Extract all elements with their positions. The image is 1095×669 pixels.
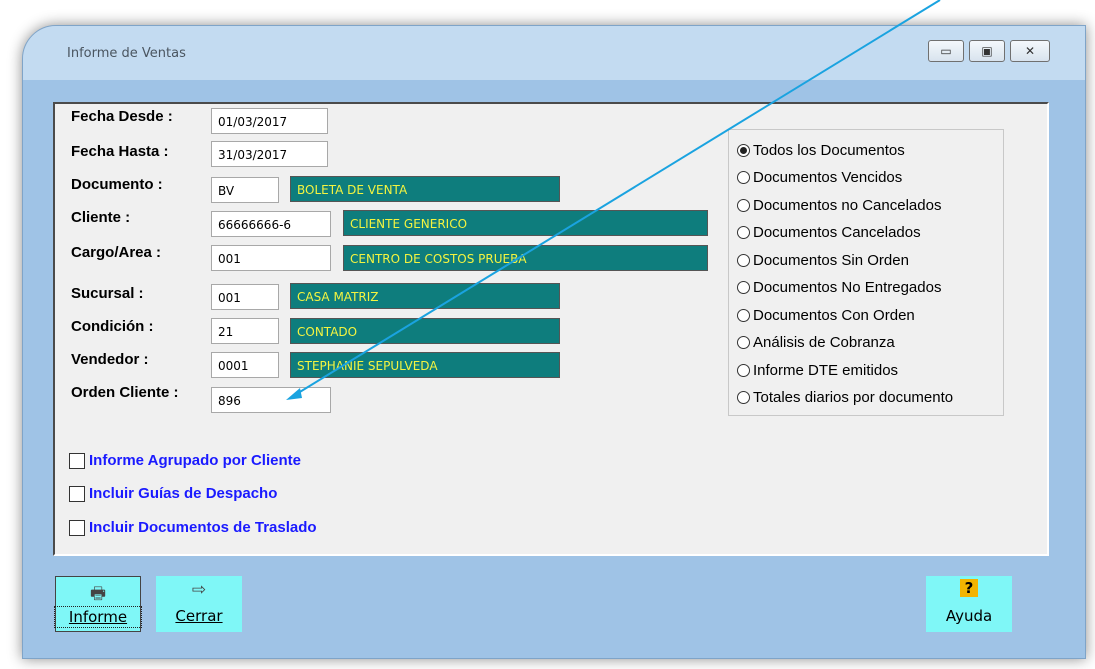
option-todos-documentos[interactable]: Todos los Documentos: [737, 142, 905, 159]
printer-icon: 🖶: [89, 584, 107, 604]
radio-icon: [737, 226, 750, 239]
option-documentos-no-entregados[interactable]: Documentos No Entregados: [737, 279, 941, 296]
option-documentos-cancelados[interactable]: Documentos Cancelados: [737, 224, 921, 241]
sucursal-code-input[interactable]: 001: [211, 284, 279, 310]
radio-icon: [737, 391, 750, 404]
exit-icon: ⇨: [191, 580, 207, 600]
minimize-icon: ▭: [940, 44, 952, 58]
option-label: Análisis de Cobranza: [753, 334, 895, 351]
cerrar-button-label: Cerrar: [175, 607, 223, 625]
option-documentos-con-orden[interactable]: Documentos Con Orden: [737, 307, 915, 324]
documento-label: Documento :: [71, 176, 163, 193]
option-label: Documentos Sin Orden: [753, 252, 909, 269]
close-button[interactable]: ✕: [1010, 40, 1050, 62]
checkbox-label: Incluir Documentos de Traslado: [89, 519, 317, 536]
option-label: Totales diarios por documento: [753, 389, 954, 406]
checkbox-label: Informe Agrupado por Cliente: [89, 452, 301, 469]
option-label: Todos los Documentos: [753, 142, 905, 159]
radio-icon: [737, 309, 750, 322]
sucursal-label: Sucursal :: [71, 285, 144, 302]
cliente-description: CLIENTE GENERICO: [343, 210, 708, 236]
radio-icon: [737, 336, 750, 349]
informe-button[interactable]: 🖶 Informe: [54, 576, 142, 632]
option-analisis-cobranza[interactable]: Análisis de Cobranza: [737, 334, 895, 351]
title-bar[interactable]: Informe de Ventas ▭ ▣ ✕: [23, 26, 1085, 80]
condicion-label: Condición :: [71, 318, 154, 335]
option-documentos-no-cancelados[interactable]: Documentos no Cancelados: [737, 197, 941, 214]
ayuda-button[interactable]: ? Ayuda: [926, 576, 1012, 632]
cargo-area-code-input[interactable]: 001: [211, 245, 331, 271]
option-label: Documentos Vencidos: [753, 169, 903, 186]
cliente-label: Cliente :: [71, 209, 131, 226]
checkbox-label: Incluir Guías de Despacho: [89, 485, 278, 502]
maximize-icon: ▣: [981, 44, 993, 58]
option-totales-diarios[interactable]: Totales diarios por documento: [737, 389, 953, 406]
option-informe-dte-emitidos[interactable]: Informe DTE emitidos: [737, 362, 898, 379]
vendedor-label: Vendedor :: [71, 351, 149, 368]
maximize-button[interactable]: ▣: [969, 40, 1005, 62]
vendedor-description: STEPHANIE SEPULVEDA: [290, 352, 560, 378]
report-window: Informe de Ventas ▭ ▣ ✕ Fecha Desde : Fe…: [22, 25, 1086, 659]
radio-icon: [737, 171, 750, 184]
cliente-code-input[interactable]: 66666666-6: [211, 211, 331, 237]
sucursal-description: CASA MATRIZ: [290, 283, 560, 309]
help-icon-glyph: ?: [960, 579, 978, 597]
documento-code-input[interactable]: BV: [211, 177, 279, 203]
documento-description: BOLETA DE VENTA: [290, 176, 560, 202]
minimize-button[interactable]: ▭: [928, 40, 964, 62]
radio-icon: [737, 281, 750, 294]
option-label: Documentos No Entregados: [753, 279, 942, 296]
vendedor-code-input[interactable]: 0001: [211, 352, 279, 378]
option-documentos-vencidos[interactable]: Documentos Vencidos: [737, 169, 902, 186]
report-parameters-panel: Fecha Desde : Fecha Hasta : Documento : …: [53, 102, 1049, 556]
cargo-area-label: Cargo/Area :: [71, 244, 162, 261]
document-filter-group: Todos los Documentos Documentos Vencidos…: [728, 129, 1004, 416]
ayuda-button-label: Ayuda: [945, 607, 993, 625]
fecha-hasta-label: Fecha Hasta :: [71, 143, 169, 160]
option-label: Documentos Cancelados: [753, 224, 921, 241]
window-title: Informe de Ventas: [67, 46, 186, 61]
fecha-desde-input[interactable]: 01/03/2017: [211, 108, 328, 134]
option-label: Documentos Con Orden: [753, 307, 915, 324]
radio-icon: [737, 364, 750, 377]
orden-cliente-input[interactable]: 896: [211, 387, 331, 413]
checkbox-icon: [69, 452, 85, 469]
help-icon: ?: [926, 578, 1012, 598]
radio-icon: [737, 199, 750, 212]
option-label: Informe DTE emitidos: [753, 362, 899, 379]
cerrar-button[interactable]: ⇨ Cerrar: [156, 576, 242, 632]
option-label: Documentos no Cancelados: [753, 197, 942, 214]
checkbox-icon: [69, 485, 85, 502]
informe-button-label: Informe: [54, 606, 142, 628]
close-icon: ✕: [1024, 44, 1036, 58]
radio-checked-icon: [737, 144, 750, 157]
checkbox-documentos-traslado[interactable]: Incluir Documentos de Traslado: [69, 519, 317, 536]
checkbox-icon: [69, 519, 85, 536]
cargo-area-description: CENTRO DE COSTOS PRUEBA: [343, 245, 708, 271]
fecha-desde-label: Fecha Desde :: [71, 108, 173, 125]
checkbox-guias-despacho[interactable]: Incluir Guías de Despacho: [69, 485, 277, 502]
fecha-hasta-input[interactable]: 31/03/2017: [211, 141, 328, 167]
radio-icon: [737, 254, 750, 267]
orden-cliente-label: Orden Cliente :: [71, 384, 179, 401]
condicion-code-input[interactable]: 21: [211, 318, 279, 344]
option-documentos-sin-orden[interactable]: Documentos Sin Orden: [737, 252, 909, 269]
checkbox-agrupado-cliente[interactable]: Informe Agrupado por Cliente: [69, 452, 301, 469]
condicion-description: CONTADO: [290, 318, 560, 344]
